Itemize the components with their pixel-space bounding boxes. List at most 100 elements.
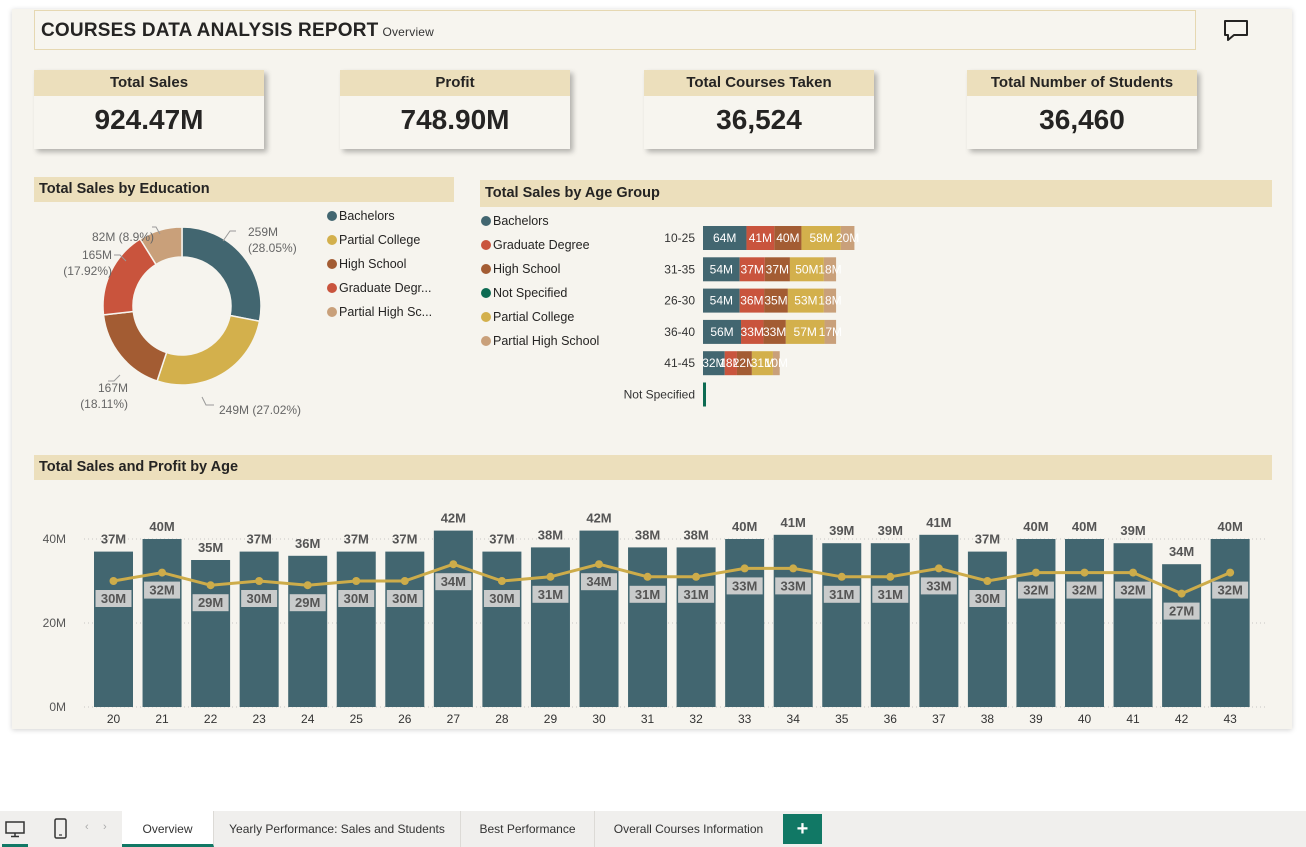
profit-point — [983, 577, 992, 585]
sales-bar — [94, 551, 133, 707]
legend-label: Bachelors — [493, 214, 549, 228]
profit-line — [113, 562, 1231, 596]
data-label: 20M — [836, 231, 859, 245]
scroll-left-icon[interactable]: ‹ — [85, 821, 89, 833]
tab-yearly-performance[interactable]: Yearly Performance: Sales and Students — [214, 811, 461, 847]
sales-bar — [1162, 564, 1202, 707]
category-label: 26-30 — [664, 294, 695, 308]
title-text: COURSES DATA ANALYSIS REPORT — [41, 20, 379, 41]
profit-point — [789, 564, 798, 573]
legend-item-partial-high-school[interactable]: Partial High School — [481, 334, 599, 348]
sales-bar — [579, 530, 619, 707]
sales-data-label: 38M — [635, 527, 660, 542]
legend-label: Partial College — [493, 310, 575, 324]
mobile-view-icon[interactable] — [50, 817, 70, 841]
education-donut-chart: 259M (28.05%) 249M (27.02%) 167M (18.11%) 165… — [63, 225, 301, 417]
add-page-button[interactable]: + — [783, 814, 822, 844]
sales-data-label: 40M — [732, 519, 757, 534]
x-tick-label: 28 — [495, 712, 509, 723]
profit-data-label: 32M — [1023, 583, 1048, 598]
x-tick-label: 36 — [884, 712, 898, 723]
slice-label-high-school: 167M (18.11%) — [80, 381, 128, 411]
legend-item-high-school[interactable]: High School — [327, 257, 406, 271]
legend-item-partial-high-school[interactable]: Partial High Sc... — [327, 305, 432, 319]
profit-point — [643, 572, 652, 581]
profit-point — [1031, 568, 1040, 577]
data-label: 18M — [818, 294, 841, 308]
sales-data-label: 42M — [441, 511, 466, 526]
legend-item-partial-college[interactable]: Partial College — [481, 310, 574, 324]
tab-overall-courses[interactable]: Overall Courses Information — [595, 811, 782, 847]
x-tick-label: 20 — [107, 712, 121, 723]
legend-label: Graduate Degree — [493, 238, 590, 252]
profit-data-label: 27M — [1169, 604, 1194, 619]
tab-overview[interactable]: Overview — [122, 811, 214, 847]
profit-data-label: 33M — [732, 578, 757, 593]
profit-point — [1129, 568, 1138, 577]
legend-item-bachelors[interactable]: Bachelors — [327, 209, 395, 223]
legend-label: Not Specified — [493, 286, 568, 300]
sales-data-label: 40M — [1218, 519, 1243, 534]
legend-dot — [481, 312, 491, 322]
sales-bar — [433, 530, 473, 707]
x-tick-label: 21 — [155, 712, 169, 723]
profit-point — [352, 577, 361, 585]
tab-best-performance[interactable]: Best Performance — [461, 811, 595, 847]
profit-data-label: 30M — [392, 591, 417, 606]
sales-bar — [822, 543, 862, 707]
kpi-card-profit: Profit 748.90M — [340, 70, 570, 149]
profit-point — [497, 577, 506, 585]
sales-bar — [919, 534, 959, 707]
profit-data-label: 32M — [149, 583, 174, 598]
category-label: Not Specified — [624, 388, 695, 402]
legend-item-graduate-degree[interactable]: Graduate Degree — [481, 238, 590, 252]
profit-point — [934, 564, 943, 573]
sales-data-label: 40M — [1072, 519, 1097, 534]
desktop-view-icon[interactable] — [2, 818, 28, 847]
data-label: 40M — [776, 231, 799, 245]
legend-dot — [481, 216, 491, 226]
profit-point — [740, 564, 749, 573]
legend-item-partial-college[interactable]: Partial College — [327, 233, 420, 247]
y-tick-label: 0M — [49, 700, 66, 714]
x-tick-label: 29 — [544, 712, 558, 723]
data-label: 64M — [713, 231, 736, 245]
data-label: 18M — [818, 262, 841, 276]
profit-point — [1080, 568, 1089, 577]
profit-data-label: 31M — [878, 587, 903, 602]
legend-item-not-specified[interactable]: Not Specified — [481, 286, 567, 300]
legend-item-bachelors[interactable]: Bachelors — [481, 214, 549, 228]
x-tick-label: 26 — [398, 712, 412, 723]
data-label: 35M — [764, 294, 787, 308]
sales-bar — [239, 551, 279, 707]
scroll-right-icon[interactable]: › — [103, 821, 107, 833]
sales-data-label: 36M — [295, 536, 320, 551]
page-subtitle: Overview — [382, 25, 435, 39]
legend-dot — [327, 283, 337, 293]
data-label: 33M — [763, 325, 786, 339]
sales-bar — [1065, 539, 1104, 707]
x-tick-label: 37 — [932, 712, 946, 723]
page-title: COURSES DATA ANALYSIS REPORT Overview — [41, 20, 434, 42]
sales-data-label: 35M — [198, 540, 223, 555]
sales-data-label: 39M — [829, 523, 854, 538]
sales-bar — [725, 539, 765, 707]
y-tick-label: 40M — [43, 532, 66, 546]
profit-point — [303, 581, 312, 590]
legend-item-graduate-degree[interactable]: Graduate Degr... — [327, 281, 431, 295]
sales-data-label: 37M — [247, 532, 272, 547]
legend-dot — [481, 336, 491, 346]
sales-bar — [676, 547, 716, 707]
legend-item-high-school[interactable]: High School — [481, 262, 560, 276]
profit-data-label: 32M — [1120, 583, 1145, 598]
profit-point — [692, 572, 701, 581]
slice-label-partial-college: 249M (27.02%) — [219, 403, 301, 417]
legend-dot — [481, 264, 491, 274]
sales-data-label: 37M — [392, 532, 417, 547]
comment-icon[interactable] — [1222, 18, 1250, 44]
profit-data-label: 31M — [635, 587, 660, 602]
category-label: 36-40 — [664, 325, 695, 339]
sales-data-label: 38M — [683, 527, 708, 542]
legend-dot — [481, 240, 491, 250]
profit-point — [886, 572, 895, 581]
